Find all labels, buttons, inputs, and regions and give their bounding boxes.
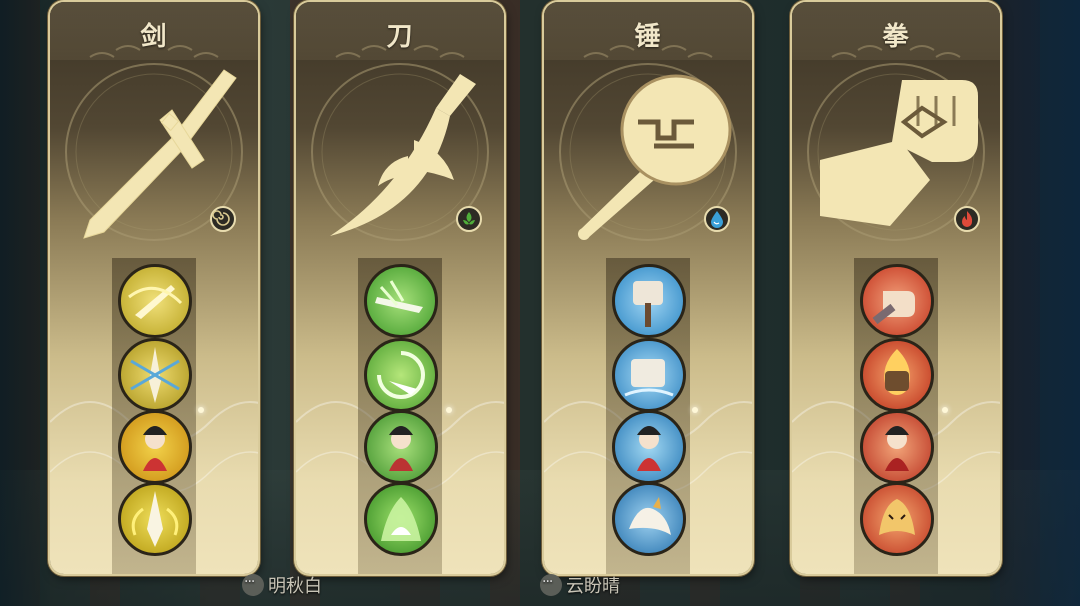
page-dot — [942, 407, 948, 413]
sword-heroine-skill-icon[interactable] — [118, 410, 192, 484]
blade-heroine-skill-icon[interactable] — [364, 410, 438, 484]
fist-punch-skill-icon[interactable] — [860, 264, 934, 338]
blade-whirl-skill-icon[interactable] — [364, 338, 438, 412]
scene-right-edge — [990, 0, 1080, 606]
character-name: 云盼晴 — [566, 576, 620, 597]
blade-strike-skill-icon[interactable] — [364, 264, 438, 338]
weapon-card-fist[interactable]: 拳 — [792, 2, 1000, 574]
page-dot — [692, 407, 698, 413]
fist-tiger-skill-icon[interactable] — [860, 482, 934, 556]
weapon-card-blade[interactable]: 刀 — [296, 2, 504, 574]
fist-heroine-skill-icon[interactable] — [860, 410, 934, 484]
character-name-tag[interactable]: 明秋白 — [242, 570, 322, 600]
earth-swirl-icon — [210, 206, 236, 232]
chat-bubble-icon — [540, 574, 562, 596]
hammer-heroine-skill-icon[interactable] — [612, 410, 686, 484]
scene-left-edge — [0, 0, 50, 606]
character-name: 明秋白 — [268, 576, 322, 597]
weapon-card-sword[interactable]: 剑 — [50, 2, 258, 574]
sword-flame-skill-icon[interactable] — [118, 482, 192, 556]
sword-burst-skill-icon[interactable] — [118, 338, 192, 412]
wood-leaf-icon — [456, 206, 482, 232]
page-dot — [198, 407, 204, 413]
hammer-smash-skill-icon[interactable] — [612, 264, 686, 338]
chat-bubble-icon — [242, 574, 264, 596]
sword-slash-skill-icon[interactable] — [118, 264, 192, 338]
character-name-tag[interactable]: 云盼晴 — [540, 570, 620, 600]
hammer-quake-skill-icon[interactable] — [612, 338, 686, 412]
weapon-card-hammer[interactable]: 锤 — [544, 2, 752, 574]
water-drop-icon — [704, 206, 730, 232]
blade-spirit-skill-icon[interactable] — [364, 482, 438, 556]
fist-flame-skill-icon[interactable] — [860, 338, 934, 412]
page-dot — [446, 407, 452, 413]
hammer-dragon-skill-icon[interactable] — [612, 482, 686, 556]
fire-flame-icon — [954, 206, 980, 232]
